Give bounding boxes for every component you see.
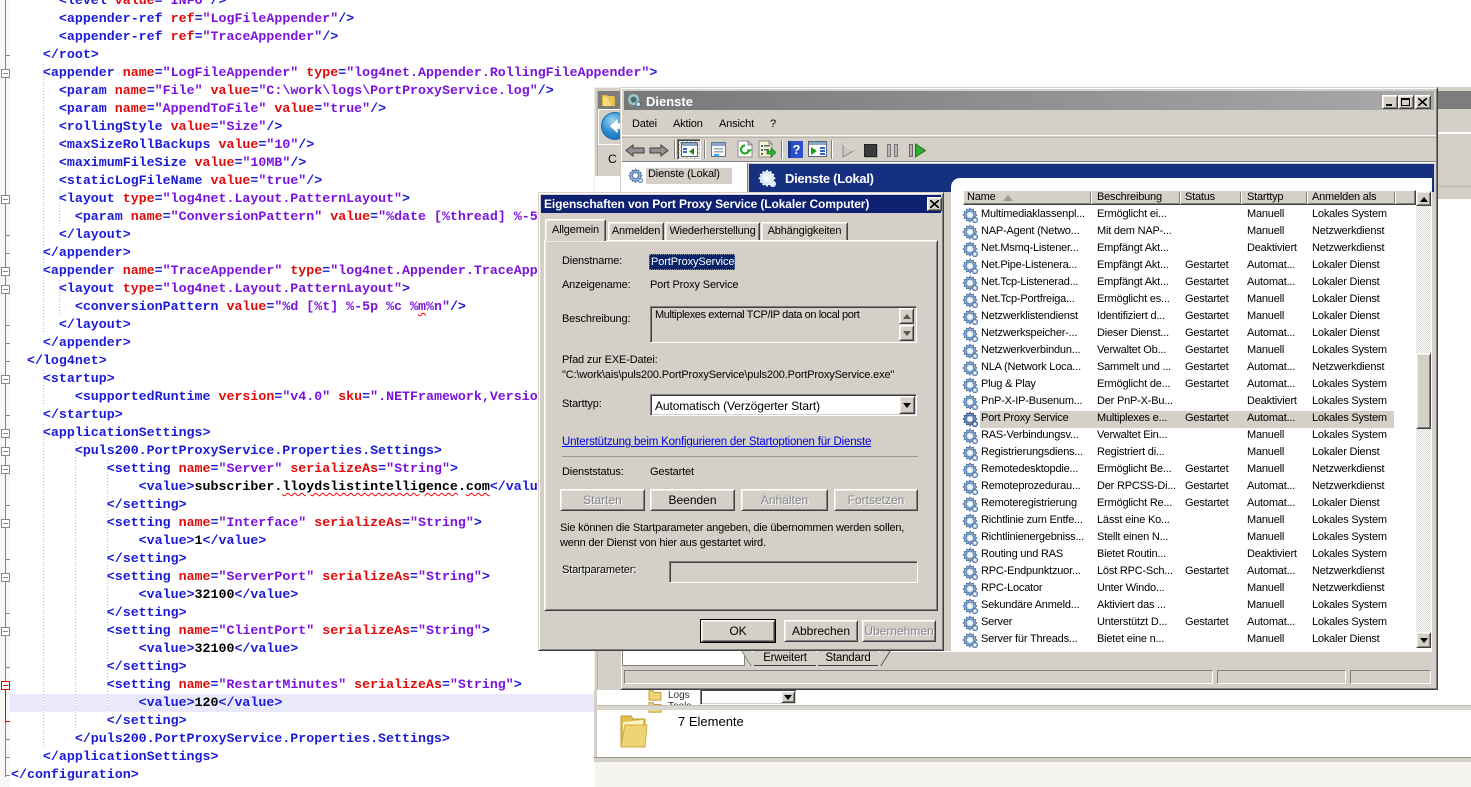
svg-text:?: ? bbox=[793, 142, 801, 157]
